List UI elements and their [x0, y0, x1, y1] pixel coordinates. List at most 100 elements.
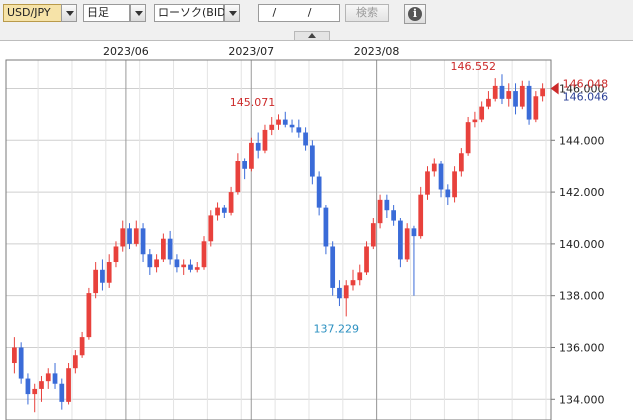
collapse-toggle[interactable]	[294, 31, 330, 40]
candle-body	[519, 85, 525, 107]
candle-body	[167, 238, 173, 260]
candle-body	[66, 368, 71, 402]
price-tick-label: 142.000	[559, 186, 605, 199]
chart-toolbar: USD/JPY 日足 ローソク(BID) / / 検索 i	[0, 0, 633, 30]
month-label: 2023/08	[354, 45, 400, 58]
high-annotation: 146.552	[450, 60, 496, 73]
month-label: 2023/07	[228, 45, 274, 58]
candle-body	[391, 210, 396, 221]
candle-body	[323, 207, 329, 247]
candle-body	[337, 287, 342, 299]
price-axis: 134.000 136.000 138.000 140.000 142.000 144.0…	[551, 82, 605, 406]
candle-body	[364, 246, 369, 273]
candle-body	[411, 228, 417, 237]
candle-body	[12, 347, 17, 364]
candle-body	[255, 142, 261, 151]
candle-body	[174, 259, 180, 268]
candle-body	[39, 381, 44, 389]
candle-body	[194, 267, 200, 270]
candle-body	[486, 98, 491, 107]
candle-body	[133, 228, 139, 244]
candle-body	[296, 127, 302, 133]
candle-body	[188, 264, 193, 270]
candle-body	[52, 373, 58, 384]
candle-body	[513, 91, 518, 107]
date-input[interactable]: / /	[258, 4, 340, 22]
currency-pair-dropdown[interactable]	[61, 4, 77, 22]
candle-body	[425, 171, 430, 195]
current-price-arrow	[550, 82, 559, 95]
candle-body	[127, 228, 132, 244]
grid	[6, 60, 551, 420]
price-tick-label: 136.000	[559, 341, 605, 354]
candle-body	[32, 388, 38, 395]
candle-body	[526, 85, 532, 120]
currency-pair-select[interactable]: USD/JPY	[3, 4, 62, 22]
search-button[interactable]: 検索	[345, 4, 389, 22]
candles	[12, 74, 545, 413]
candle-body	[418, 194, 424, 237]
candle-body	[93, 269, 99, 294]
candle-body	[269, 124, 275, 130]
price-tick-label: 134.000	[559, 393, 605, 406]
candle-body	[458, 153, 464, 172]
candle-body	[100, 269, 105, 283]
timeframe-dropdown[interactable]	[130, 4, 146, 22]
info-icon: i	[408, 7, 422, 21]
candle-body	[472, 119, 478, 123]
chart-type-dropdown[interactable]	[224, 4, 240, 22]
candle-body	[18, 347, 24, 379]
candle-body	[215, 207, 220, 216]
candle-body	[384, 199, 390, 211]
candle-body	[25, 378, 31, 395]
candle-body	[479, 106, 485, 120]
candle-body	[357, 272, 363, 281]
candle-body	[499, 85, 505, 99]
candle-body	[242, 161, 248, 169]
candle-body	[221, 207, 227, 213]
candle-body	[140, 228, 146, 255]
candle-body	[452, 171, 457, 198]
candle-body	[113, 246, 119, 263]
candle-body	[343, 285, 349, 299]
candle-body	[208, 215, 214, 242]
candle-body	[86, 293, 92, 338]
candle-body	[404, 228, 410, 260]
price-tick-label: 138.000	[559, 290, 605, 303]
candle-body	[377, 199, 383, 224]
bid-price-label: 146.048	[563, 77, 609, 90]
candle-body	[262, 129, 268, 151]
candle-body	[161, 238, 166, 260]
info-button[interactable]: i	[404, 4, 426, 24]
candle-body	[249, 142, 254, 169]
candle-body	[154, 259, 159, 268]
candle-body	[330, 246, 336, 288]
candle-body	[289, 124, 295, 128]
candle-body	[445, 189, 451, 198]
candle-body	[276, 119, 281, 125]
candle-body	[181, 264, 187, 268]
candle-body	[370, 223, 376, 247]
candle-body	[59, 383, 65, 402]
candle-body	[540, 88, 545, 97]
candle-body	[235, 161, 241, 193]
candle-body	[316, 176, 322, 208]
price-tick-label: 144.000	[559, 134, 605, 147]
month-label: 2023/06	[103, 45, 149, 58]
annotations: 145.071 137.229 146.552	[230, 60, 496, 335]
candlestick-chart[interactable]: 2023/06 2023/07 2023/08 134.000 136.000 138.…	[0, 40, 633, 420]
candle-body	[350, 280, 356, 286]
candle-body	[303, 132, 308, 146]
chart-type-select[interactable]: ローソク(BID)	[154, 4, 230, 22]
candle-body	[120, 228, 126, 247]
candle-body	[309, 145, 315, 177]
candle-body	[533, 96, 539, 120]
candle-body	[398, 220, 403, 260]
candle-body	[228, 192, 234, 213]
candle-body	[106, 262, 112, 283]
timeframe-select[interactable]: 日足	[83, 4, 130, 22]
plot-frame	[5, 59, 552, 420]
month-axis: 2023/06 2023/07 2023/08	[103, 45, 399, 58]
candle-body	[465, 122, 471, 154]
candle-body	[282, 119, 288, 125]
